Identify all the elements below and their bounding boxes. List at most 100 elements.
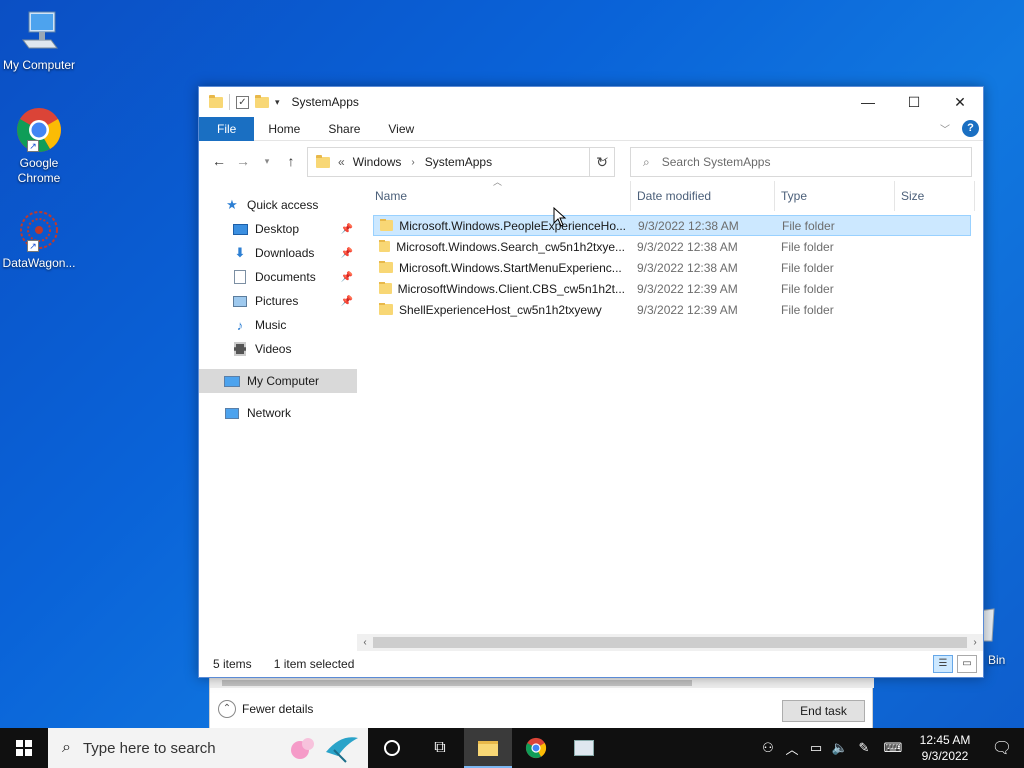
minimize-button[interactable]: ― [845,87,891,117]
refresh-button[interactable]: ↻ [589,147,615,177]
scroll-right-icon[interactable]: › [967,634,983,651]
breadcrumb-separator-icon[interactable]: › [411,157,414,168]
nav-item-label: Desktop [255,222,300,236]
file-name: Microsoft.Windows.PeopleExperienceHo... [399,218,626,233]
new-folder-icon[interactable] [255,94,269,108]
file-type: File folder [781,281,834,296]
breadcrumb-overflow[interactable]: « [338,155,345,169]
table-row[interactable]: Microsoft.Windows.PeopleExperienceHo... … [373,215,971,236]
breadcrumb-current[interactable]: SystemApps [425,155,492,169]
breadcrumb-windows[interactable]: Windows [353,155,402,169]
table-row[interactable]: ShellExperienceHost_cw5n1h2txyewy 9/3/20… [373,299,971,320]
column-date-modified[interactable]: Date modified [631,181,775,211]
network-icon [223,405,241,421]
nav-item-quick-access[interactable]: ★ Quick access [199,193,357,217]
scrollbar-thumb[interactable] [373,637,967,648]
system-tray: ⚇ ︿ ▭ 🔈 ✎ ⌨ 12:45 AM 9/3/2022 🗨 [756,728,1024,768]
tab-share[interactable]: Share [314,117,374,141]
task-view-button[interactable]: ⧉ [416,728,464,768]
pin-icon[interactable]: 📌 [341,296,353,307]
horizontal-scrollbar[interactable]: ‹ › [357,634,983,651]
address-bar[interactable]: « Windows › SystemApps ﹀ [307,147,615,177]
search-input[interactable]: ⌕ Search SystemApps [630,147,972,177]
pin-icon[interactable]: 📌 [341,248,353,259]
details-view-icon[interactable]: ☰ [933,655,953,673]
tab-view[interactable]: View [374,117,428,141]
pin-icon[interactable]: 📌 [341,272,353,283]
task-view-icon: ⧉ [434,739,446,756]
nav-item-downloads[interactable]: ⬇ Downloads 📌 [199,241,357,265]
column-name[interactable]: Name [369,181,631,211]
close-button[interactable]: ✕ [937,87,983,117]
back-button[interactable]: ← [207,153,231,169]
network-icon[interactable]: ▭ [804,740,828,756]
taskbar-file-explorer[interactable] [464,728,512,768]
scroll-left-icon[interactable]: ‹ [357,634,373,651]
desktop-icon-label: Google Chrome [17,156,61,185]
nav-item-pictures[interactable]: Pictures 📌 [199,289,357,313]
desktop-icon-label: Bin [988,653,1006,667]
show-hidden-icons-icon[interactable]: ︿ [780,739,804,758]
search-icon: ⌕ [643,154,650,169]
nav-item-documents[interactable]: Documents 📌 [199,265,357,289]
column-type[interactable]: Type [775,181,895,211]
navigation-bar: ← → ▾ ↑ « Windows › SystemApps ﹀ ↻ ⌕ Sea… [199,141,983,181]
forward-button[interactable]: → [231,153,255,169]
file-name: Microsoft.Windows.StartMenuExperienc... [399,260,622,275]
taskbar-chrome[interactable] [512,728,560,768]
chrome-icon [525,737,547,759]
desktop-icon-datawagon[interactable]: ↗ DataWagon... [0,206,78,271]
pen-icon[interactable]: ✎ [852,740,876,756]
search-highlight-art-icon [291,737,358,763]
table-row[interactable]: Microsoft.Windows.StartMenuExperienc... … [373,257,971,278]
notification-center-icon[interactable]: 🗨 [980,738,1024,758]
expand-ribbon-icon[interactable]: ﹀ [940,121,950,136]
taskbar-search-box[interactable]: ⌕ Type here to search [48,728,368,768]
help-icon[interactable]: ? [962,120,979,137]
tab-file[interactable]: File [199,116,255,141]
videos-icon [231,341,249,357]
nav-item-my-computer[interactable]: My Computer [199,369,357,393]
taskbar-task-manager[interactable] [560,728,608,768]
file-date: 9/3/2022 12:38 AM [637,239,738,254]
file-date: 9/3/2022 12:38 AM [638,218,739,233]
end-task-button[interactable]: End task [782,700,865,722]
search-icon: ⌕ [62,739,71,756]
recent-locations-icon[interactable]: ▾ [255,156,279,167]
desktop-icon-chrome[interactable]: ↗ Google Chrome [0,106,78,186]
pin-icon[interactable]: 📌 [341,224,353,235]
customize-dropdown-icon[interactable]: ▾ [275,97,280,108]
window-title: SystemApps [291,95,359,109]
nav-item-label: Downloads [255,246,315,260]
desktop-icon-my-computer[interactable]: My Computer [0,8,78,73]
fewer-details-label: Fewer details [242,702,314,716]
horizontal-scrollbar[interactable] [210,678,874,688]
large-icons-view-icon[interactable]: ▭ [957,655,977,673]
mouse-cursor-icon [553,207,567,227]
tab-home[interactable]: Home [254,117,314,141]
fewer-details-button[interactable]: ⌃ Fewer details [218,700,313,718]
nav-item-videos[interactable]: Videos [199,337,357,361]
keyboard-icon[interactable]: ⌨ [876,740,910,756]
column-size[interactable]: Size [895,181,975,211]
up-button[interactable]: ↑ [279,153,303,169]
navigation-pane: ★ Quick access Desktop 📌 ⬇ Downloads 📌 D… [199,181,357,651]
cortana-button[interactable] [368,728,416,768]
nav-item-label: Videos [255,342,292,356]
table-row[interactable]: MicrosoftWindows.Client.CBS_cw5n1h2t... … [373,278,971,299]
nav-item-desktop[interactable]: Desktop 📌 [199,217,357,241]
table-row[interactable]: Microsoft.Windows.Search_cw5n1h2txye... … [373,236,971,257]
clock[interactable]: 12:45 AM 9/3/2022 [910,732,980,764]
start-button[interactable] [0,728,48,768]
desktop-icon-label: DataWagon... [2,256,76,270]
volume-icon[interactable]: 🔈 [828,740,852,756]
nav-item-network[interactable]: Network [199,401,357,425]
datawagon-icon: ↗ [15,206,63,254]
item-count: 5 items [213,657,252,671]
properties-icon[interactable]: ✓ [236,95,249,109]
scrollbar-thumb[interactable] [222,680,692,686]
maximize-button[interactable]: ☐ [891,87,937,117]
title-bar[interactable]: ✓ ▾ SystemApps ― ☐ ✕ [199,87,983,117]
people-icon[interactable]: ⚇ [756,740,780,756]
nav-item-music[interactable]: ♪ Music [199,313,357,337]
